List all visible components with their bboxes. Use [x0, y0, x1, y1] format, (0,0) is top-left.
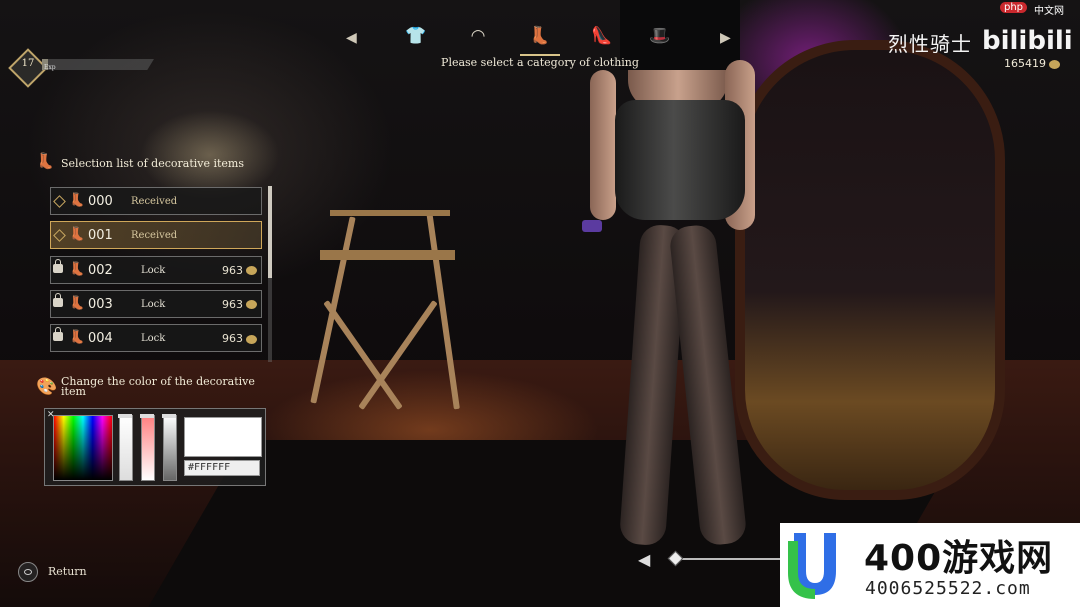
color-preview-swatch: [184, 417, 262, 457]
color-title-line1: Change the color of the decorative: [61, 375, 255, 388]
site-logo-icon: [788, 533, 836, 599]
coin-icon: [246, 266, 257, 276]
decor-item-price-value: 963: [222, 297, 243, 311]
saturation-slider[interactable]: [140, 414, 155, 481]
scrollbar-thumb[interactable]: [268, 186, 272, 278]
decor-item-row[interactable]: 👢 002 Lock 963: [50, 255, 262, 284]
stocking-icon: 👢: [69, 227, 86, 243]
coin-icon: [246, 300, 257, 310]
decor-item-status: Received: [131, 230, 178, 242]
standing-mirror: [735, 40, 1005, 500]
game-title-cn: 烈性骑士: [888, 32, 972, 56]
palette-icon: 🎨: [36, 377, 58, 397]
stocking-icon[interactable]: 👢: [520, 26, 560, 56]
character-model: [582, 0, 770, 575]
hex-color-input[interactable]: #FFFFFF: [184, 460, 260, 476]
skirt-icon[interactable]: ◠: [464, 26, 492, 50]
color-title-line2: item: [61, 385, 86, 398]
zoom-handle[interactable]: [667, 550, 684, 567]
return-icon: [18, 562, 38, 582]
decor-item-status: Lock: [141, 333, 166, 345]
currency-amount: 165419: [1004, 57, 1046, 70]
stocking-icon: 👢: [69, 295, 86, 311]
lock-icon: [53, 292, 63, 307]
php-watermark-text: 中文网: [1034, 6, 1064, 17]
stocking-icon: 👢: [69, 193, 86, 208]
decor-item-list: 👢 000 Received 👢 001 Received 👢 002 Lock 963 👢 003 L…: [50, 187, 265, 359]
diamond-icon: [53, 195, 66, 208]
return-label: Return: [48, 565, 87, 578]
stocking-icon: 👢: [69, 330, 86, 346]
watermark-title: 400游戏网: [864, 538, 1054, 579]
decor-item-id: 001: [88, 228, 113, 244]
decor-item-price-value: 963: [222, 332, 243, 346]
color-section-title: Change the color of the decorative item: [61, 375, 255, 398]
watermark-url: 4006525522.com: [865, 578, 1031, 599]
shirt-icon[interactable]: 👕: [402, 26, 430, 50]
character-skirt: [615, 100, 745, 220]
slider-knob[interactable]: [140, 414, 154, 418]
slider-knob[interactable]: [162, 414, 176, 418]
site-watermark: 400游戏网 4006525522.com: [780, 523, 1080, 607]
php-watermark-badge: php: [1000, 2, 1028, 13]
alpha-slider[interactable]: [162, 414, 177, 481]
decor-item-status: Received: [131, 196, 178, 207]
decor-item-id: 004: [88, 331, 113, 347]
heel-shoe-icon[interactable]: 👠: [588, 26, 616, 50]
decor-item-price: 963: [222, 298, 257, 311]
decor-item-id: 002: [88, 262, 113, 278]
decor-item-price: 963: [222, 264, 257, 277]
decor-list-title: Selection list of decorative items: [61, 157, 244, 170]
nav-next-arrow-icon[interactable]: ▶: [720, 30, 731, 46]
color-picker-panel: ✕ #FFFFFF: [44, 408, 266, 486]
lock-icon: [53, 258, 63, 273]
color-spectrum[interactable]: [53, 415, 113, 481]
currency-display: 165419: [1004, 57, 1060, 70]
decor-item-price-value: 963: [222, 263, 243, 277]
exp-label: Exp: [44, 64, 56, 71]
decor-item-id: 000: [88, 194, 113, 209]
decor-item-row[interactable]: 👢 004 Lock 963: [50, 324, 262, 353]
stocking-icon: 👢: [69, 261, 86, 277]
camera-zoom-control: ◀: [638, 548, 802, 570]
hat-icon[interactable]: 🎩: [646, 26, 674, 50]
decor-item-row[interactable]: 👢 003 Lock 963: [50, 289, 262, 318]
wristband: [582, 220, 602, 232]
coin-icon: [246, 334, 257, 344]
decor-list-scrollbar[interactable]: [268, 186, 272, 362]
decor-item-row[interactable]: 👢 000 Received: [50, 187, 262, 215]
bilibili-logo: bilibili: [982, 26, 1073, 56]
brightness-slider[interactable]: [118, 414, 133, 481]
lock-icon: [53, 327, 63, 342]
zoom-left-arrow-icon[interactable]: ◀: [638, 550, 650, 569]
slider-knob[interactable]: [118, 414, 132, 418]
decor-item-price: 963: [222, 332, 257, 345]
nav-prev-arrow-icon[interactable]: ◀: [346, 30, 357, 46]
category-hint: Please select a category of clothing: [441, 56, 639, 69]
branding: 烈性骑士 bilibili: [888, 26, 1073, 57]
coin-icon: [1049, 59, 1060, 69]
decor-item-row[interactable]: 👢 001 Received: [50, 221, 262, 250]
stocking-section-icon: 👢: [36, 152, 55, 170]
decor-item-status: Lock: [141, 298, 166, 310]
diamond-icon: [53, 229, 66, 243]
decor-item-id: 003: [88, 296, 113, 312]
exp-bar: [42, 59, 154, 70]
category-nav: ◀ 👕 ◠ 👢 👠 🎩 ▶: [340, 22, 740, 56]
decor-item-status: Lock: [141, 264, 166, 276]
level-number: 17: [21, 58, 35, 69]
